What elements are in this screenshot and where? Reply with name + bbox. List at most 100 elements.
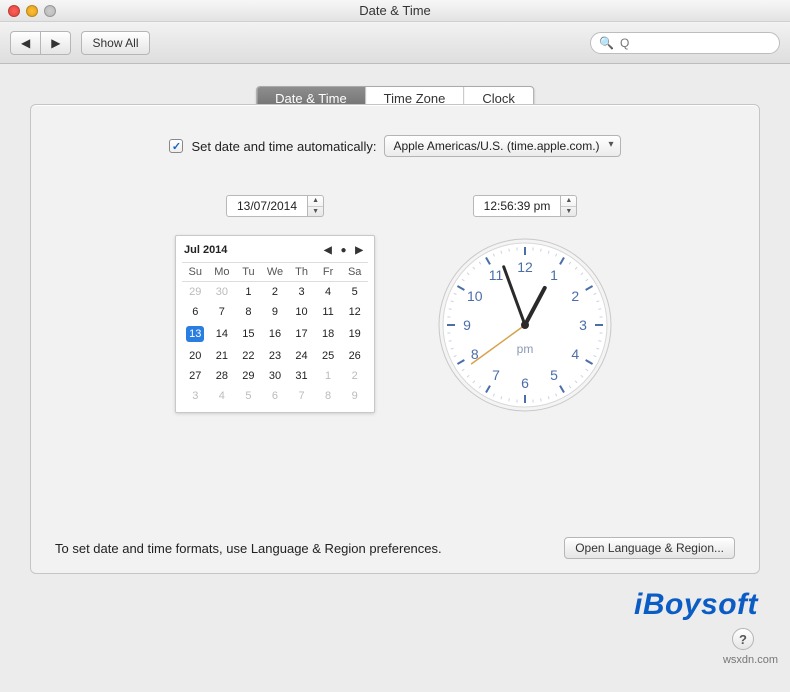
auto-set-checkbox[interactable]: ✓: [169, 139, 183, 153]
calendar-day[interactable]: 30: [209, 282, 236, 303]
time-server-select[interactable]: Apple Americas/U.S. (time.apple.com.): [384, 135, 620, 157]
time-field[interactable]: 12:56:39 pm: [473, 195, 562, 217]
calendar-day[interactable]: 23: [262, 346, 289, 366]
auto-set-row: ✓ Set date and time automatically: Apple…: [55, 135, 735, 157]
calendar-day[interactable]: 3: [288, 282, 315, 303]
show-all-button[interactable]: Show All: [81, 31, 149, 55]
calendar-day[interactable]: 5: [341, 282, 368, 303]
zoom-icon[interactable]: [44, 5, 56, 17]
calendar-day[interactable]: 16: [262, 322, 289, 346]
settings-panel: ✓ Set date and time automatically: Apple…: [30, 104, 760, 574]
calendar-day[interactable]: 22: [235, 346, 262, 366]
calendar-day[interactable]: 24: [288, 346, 315, 366]
calendar-day[interactable]: 1: [235, 282, 262, 303]
search-field[interactable]: 🔍: [590, 32, 780, 54]
stepper-up-icon[interactable]: ▲: [561, 196, 576, 207]
weekday-header: Tu: [235, 263, 262, 282]
calendar-nav[interactable]: ◀ ● ▶: [324, 245, 366, 256]
svg-text:7: 7: [492, 367, 500, 383]
calendar-day[interactable]: 13: [182, 322, 209, 346]
footer-row: To set date and time formats, use Langua…: [55, 537, 735, 559]
svg-text:pm: pm: [517, 342, 534, 356]
svg-text:11: 11: [489, 267, 504, 283]
calendar-day[interactable]: 9: [341, 386, 368, 406]
calendar-day[interactable]: 2: [341, 366, 368, 386]
calendar-day[interactable]: 14: [209, 322, 236, 346]
svg-text:10: 10: [467, 288, 483, 304]
calendar-day[interactable]: 3: [182, 386, 209, 406]
calendar-day[interactable]: 12: [341, 302, 368, 322]
minimize-icon[interactable]: [26, 5, 38, 17]
stepper-up-icon[interactable]: ▲: [308, 196, 323, 207]
close-icon[interactable]: [8, 5, 20, 17]
time-stepper[interactable]: 12:56:39 pm ▲ ▼: [473, 195, 578, 217]
search-input[interactable]: [618, 35, 771, 51]
stepper-down-icon[interactable]: ▼: [561, 207, 576, 217]
date-field[interactable]: 13/07/2014: [226, 195, 308, 217]
titlebar: Date & Time: [0, 0, 790, 22]
time-stepper-buttons[interactable]: ▲ ▼: [561, 195, 577, 217]
svg-text:12: 12: [517, 259, 533, 275]
calendar-day[interactable]: 1: [315, 366, 342, 386]
calendar-day[interactable]: 11: [315, 302, 342, 322]
weekday-header: We: [262, 263, 289, 282]
calendar-day[interactable]: 26: [341, 346, 368, 366]
forward-button[interactable]: ▶: [41, 31, 71, 55]
calendar-day[interactable]: 2: [262, 282, 289, 303]
calendar-day[interactable]: 27: [182, 366, 209, 386]
calendar-day[interactable]: 8: [235, 302, 262, 322]
date-stepper[interactable]: 13/07/2014 ▲ ▼: [226, 195, 324, 217]
calendar-day[interactable]: 6: [182, 302, 209, 322]
calendar-day[interactable]: 6: [262, 386, 289, 406]
date-column: 13/07/2014 ▲ ▼ Jul 2014 ◀ ● ▶ SuMoTuWeTh…: [175, 195, 375, 415]
time-server-value: Apple Americas/U.S. (time.apple.com.): [393, 139, 599, 153]
calendar-day[interactable]: 8: [315, 386, 342, 406]
calendar-day[interactable]: 7: [288, 386, 315, 406]
calendar-day[interactable]: 20: [182, 346, 209, 366]
calendar-day[interactable]: 10: [288, 302, 315, 322]
calendar-day[interactable]: 30: [262, 366, 289, 386]
auto-set-label: Set date and time automatically:: [191, 139, 376, 154]
watermark-logo: iBoysoft: [634, 588, 758, 622]
help-button[interactable]: ?: [732, 628, 754, 650]
calendar-day[interactable]: 28: [209, 366, 236, 386]
calendar-grid[interactable]: SuMoTuWeThFrSa29301234567891011121314151…: [182, 262, 368, 406]
calendar-day[interactable]: 17: [288, 322, 315, 346]
calendar-day[interactable]: 4: [209, 386, 236, 406]
calendar-day[interactable]: 29: [182, 282, 209, 303]
weekday-header: Sa: [341, 263, 368, 282]
calendar-month-label: Jul 2014: [184, 244, 227, 256]
svg-text:2: 2: [571, 288, 579, 304]
calendar-day[interactable]: 29: [235, 366, 262, 386]
stepper-down-icon[interactable]: ▼: [308, 207, 323, 217]
source-caption: wsxdn.com: [723, 654, 778, 666]
weekday-header: Th: [288, 263, 315, 282]
calendar-day[interactable]: 21: [209, 346, 236, 366]
svg-text:3: 3: [579, 317, 587, 333]
svg-text:5: 5: [550, 367, 558, 383]
svg-text:6: 6: [521, 375, 529, 391]
calendar-day[interactable]: 4: [315, 282, 342, 303]
analog-clock: 121234567891011pm: [435, 235, 615, 415]
calendar[interactable]: Jul 2014 ◀ ● ▶ SuMoTuWeThFrSa29301234567…: [175, 235, 375, 413]
window-title: Date & Time: [0, 0, 790, 22]
calendar-day[interactable]: 7: [209, 302, 236, 322]
weekday-header: Su: [182, 263, 209, 282]
calendar-day[interactable]: 25: [315, 346, 342, 366]
calendar-day[interactable]: 9: [262, 302, 289, 322]
calendar-day[interactable]: 18: [315, 322, 342, 346]
svg-text:9: 9: [463, 317, 471, 333]
calendar-day[interactable]: 19: [341, 322, 368, 346]
open-language-region-button[interactable]: Open Language & Region...: [564, 537, 735, 559]
date-stepper-buttons[interactable]: ▲ ▼: [308, 195, 324, 217]
back-button[interactable]: ◀: [10, 31, 41, 55]
calendar-day[interactable]: 5: [235, 386, 262, 406]
svg-text:4: 4: [571, 346, 579, 362]
footer-hint: To set date and time formats, use Langua…: [55, 541, 442, 556]
calendar-day[interactable]: 15: [235, 322, 262, 346]
time-column: 12:56:39 pm ▲ ▼ 121234567891011pm: [435, 195, 615, 415]
nav-buttons: ◀ ▶: [10, 31, 71, 55]
traffic-lights: [8, 5, 56, 17]
calendar-day[interactable]: 31: [288, 366, 315, 386]
clock-icon: 121234567891011pm: [435, 235, 615, 415]
